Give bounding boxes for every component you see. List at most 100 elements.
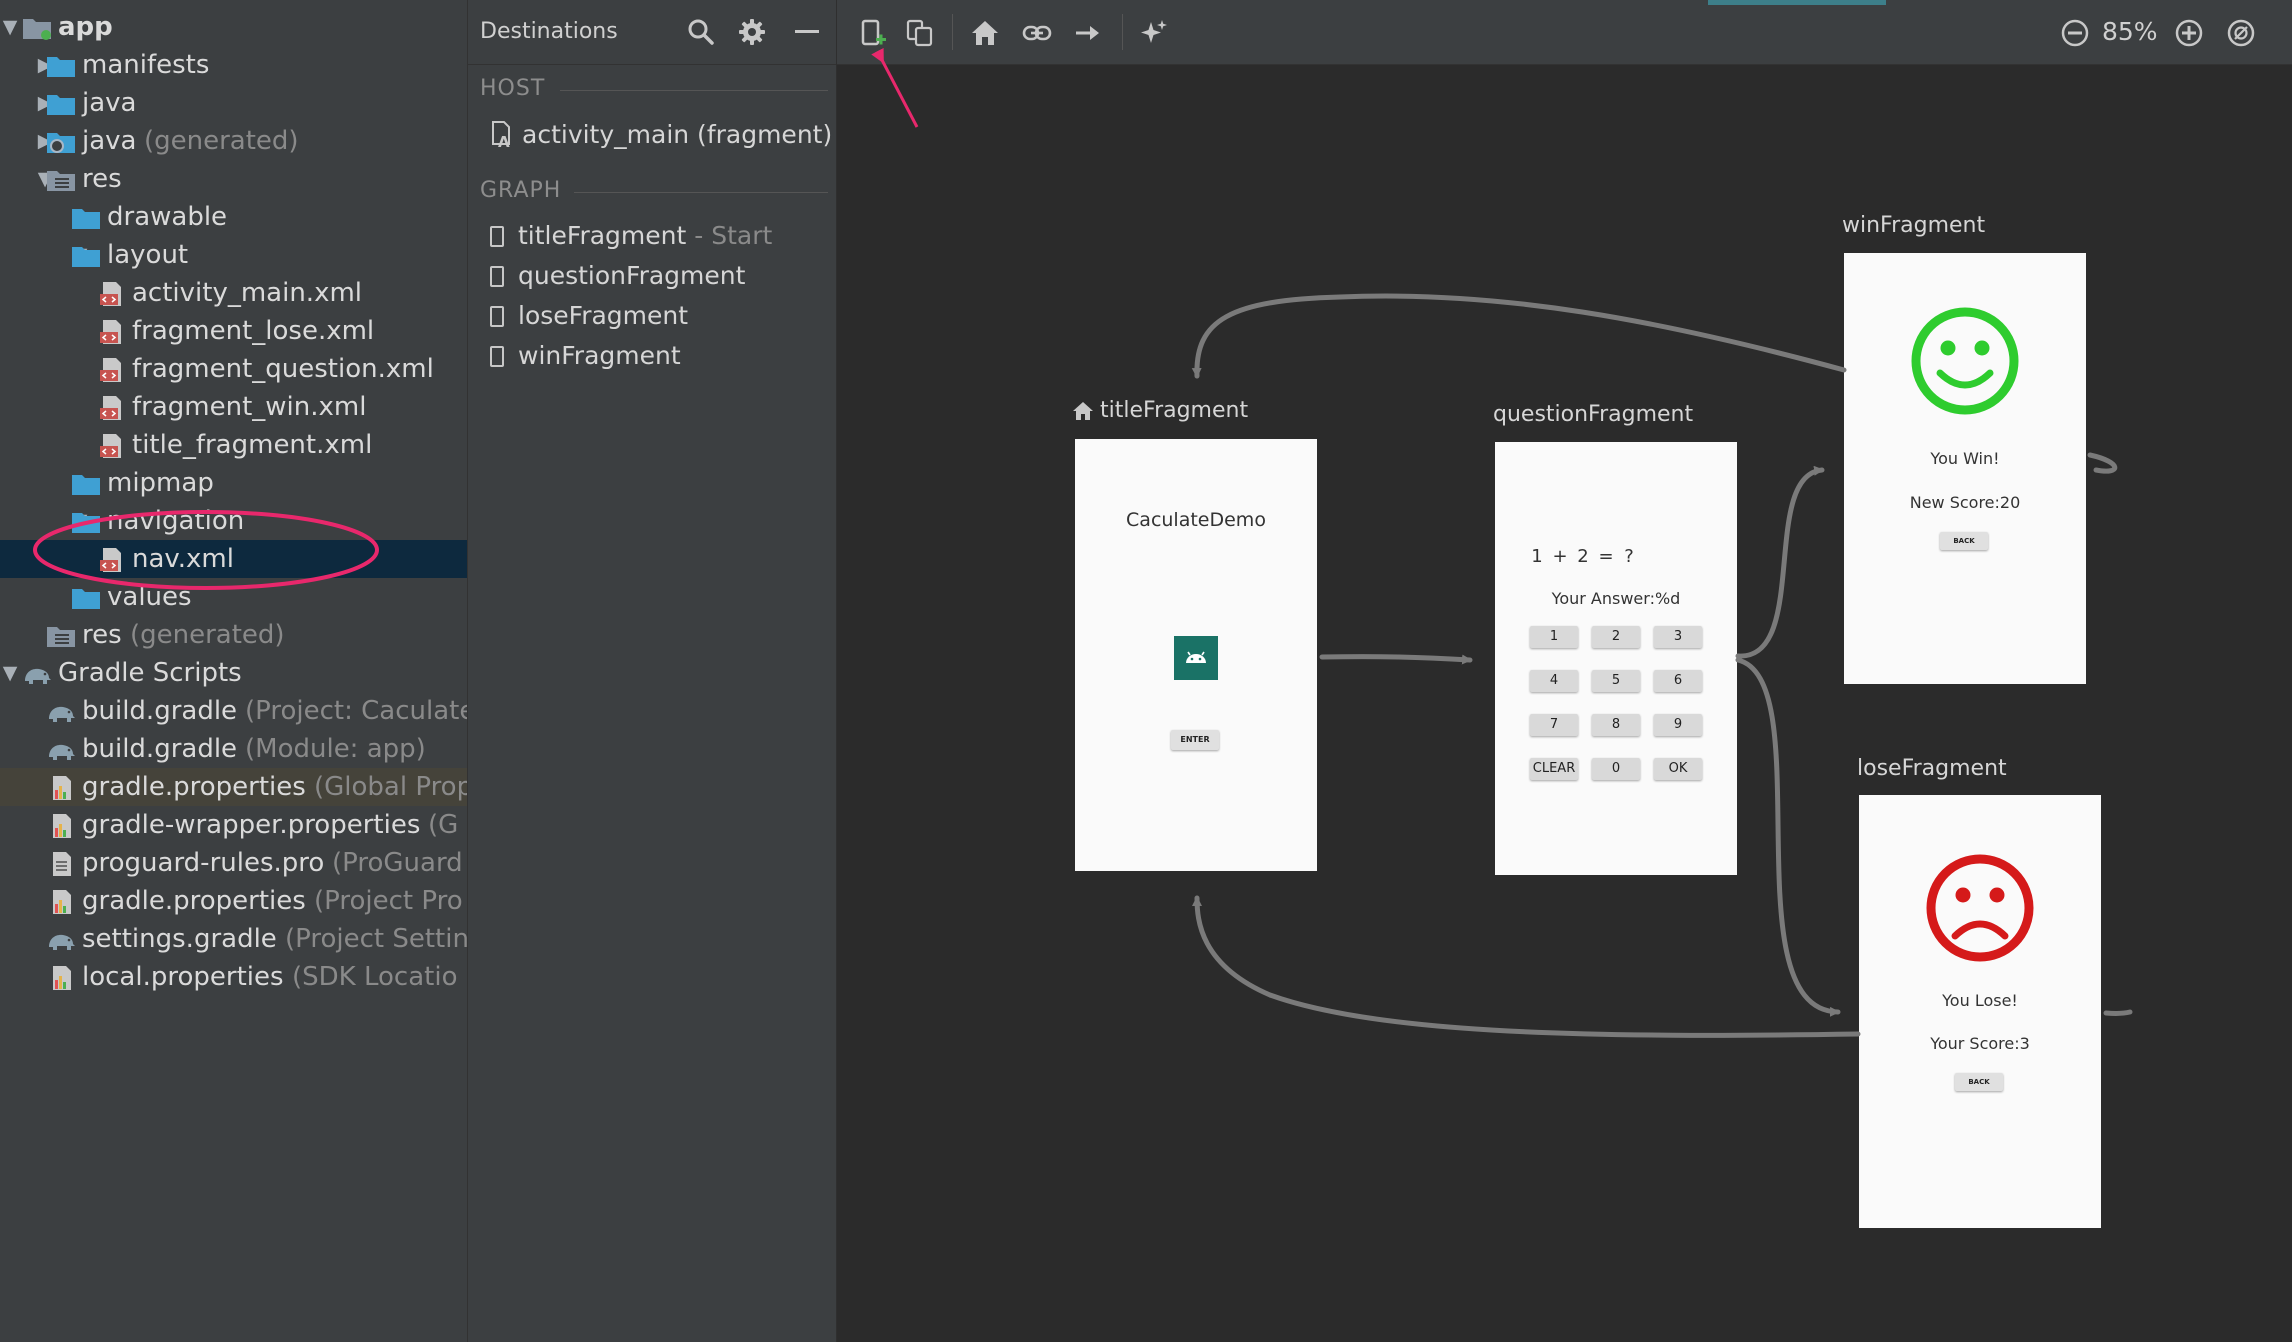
tree-item[interactable]: proguard-rules.pro (ProGuard xyxy=(0,844,467,882)
host-item[interactable]: A activity_main (fragment) xyxy=(490,115,832,155)
tree-item[interactable]: ▼layout xyxy=(0,236,467,274)
app-module-icon xyxy=(22,15,52,41)
keypad-button[interactable]: 3 xyxy=(1654,626,1702,648)
graph-destination-item[interactable]: titleFragment - Start xyxy=(490,216,772,256)
tree-item[interactable]: gradle-wrapper.properties (G xyxy=(0,806,467,844)
xml-file-icon xyxy=(96,547,126,573)
your-answer-text: Your Answer:%d xyxy=(1551,589,1681,608)
zoom-out-icon[interactable] xyxy=(2060,18,2090,48)
question-fragment-card[interactable]: 1 +2 =? Your Answer:%d 1 2 3 4 5 6 7 8 9 CLEAR 0 OK xyxy=(1495,442,1737,875)
tree-item-label: nav.xml xyxy=(132,544,234,574)
tree-item-hint: (Project Pro xyxy=(314,886,463,916)
properties-file-icon xyxy=(46,889,76,915)
keypad-button[interactable]: 6 xyxy=(1654,670,1702,692)
tree-item[interactable]: local.properties (SDK Locatio xyxy=(0,958,467,996)
host-item-label: activity_main (fragment) xyxy=(522,120,833,149)
collapse-icon[interactable] xyxy=(793,18,821,46)
win-fragment-card[interactable]: You Win! New Score:20 BACK xyxy=(1844,253,2086,684)
properties-file-icon xyxy=(46,965,76,991)
fragment-icon xyxy=(490,346,504,367)
search-icon[interactable] xyxy=(687,18,715,46)
tree-item-label: build.gradle xyxy=(82,696,238,726)
keypad-button[interactable]: 5 xyxy=(1592,670,1640,692)
tree-item-hint: (Project Settin xyxy=(285,924,468,954)
tree-item-label: values xyxy=(107,582,192,612)
title-fragment-label: titleFragment xyxy=(1100,398,1249,423)
keypad-button[interactable]: 2 xyxy=(1592,626,1640,648)
tree-item-hint: (SDK Locatio xyxy=(292,962,458,992)
keypad-button[interactable]: CLEAR xyxy=(1530,758,1578,780)
keypad-button[interactable]: 1 xyxy=(1530,626,1578,648)
xml-file-icon xyxy=(96,433,126,459)
tree-item[interactable]: activity_main.xml xyxy=(0,274,467,312)
tree-item[interactable]: build.gradle (Module: app) xyxy=(0,730,467,768)
tree-item[interactable]: ▶drawable xyxy=(0,198,467,236)
gear-icon[interactable] xyxy=(738,18,766,46)
zoom-to-fit-icon[interactable] xyxy=(2226,18,2256,48)
tree-item-label: app xyxy=(58,12,113,42)
expanded-arrow-icon[interactable]: ▼ xyxy=(0,654,20,692)
tree-item-label: title_fragment.xml xyxy=(132,430,373,460)
tree-item[interactable]: ▼ res xyxy=(0,160,467,198)
title-fragment-card[interactable]: CaculateDemo ENTER xyxy=(1075,439,1317,871)
lose-fragment-card[interactable]: You Lose! Your Score:3 BACK xyxy=(1859,795,2101,1228)
graph-section-header: GRAPH xyxy=(480,178,562,203)
tree-item[interactable]: fragment_lose.xml xyxy=(0,312,467,350)
zoom-in-icon[interactable] xyxy=(2174,18,2204,48)
home-icon[interactable] xyxy=(970,18,1000,48)
tree-item[interactable]: ▼ Gradle Scripts xyxy=(0,654,467,692)
keypad-button[interactable]: 7 xyxy=(1530,714,1578,736)
tree-item[interactable]: settings.gradle (Project Settin xyxy=(0,920,467,958)
auto-arrange-icon[interactable] xyxy=(1139,18,1169,48)
tree-item[interactable]: ▼navigation xyxy=(0,502,467,540)
destination-label: questionFragment xyxy=(518,261,746,290)
xml-file-icon xyxy=(96,395,126,421)
tree-item[interactable]: ▶values xyxy=(0,578,467,616)
add-action-icon[interactable] xyxy=(1073,18,1103,48)
tree-item-hint: (Module: app) xyxy=(245,734,426,764)
expanded-arrow-icon[interactable]: ▼ xyxy=(0,8,20,46)
graph-destination-item[interactable]: loseFragment xyxy=(490,296,688,336)
navigation-graph-canvas[interactable]: titleFragment CaculateDemo ENTER questio… xyxy=(837,65,2292,1342)
tree-item-label: local.properties xyxy=(82,962,284,992)
properties-file-icon xyxy=(46,813,76,839)
tree-item[interactable]: ▶ java xyxy=(0,84,467,122)
graph-destination-item[interactable]: questionFragment xyxy=(490,256,745,296)
tree-item-label: fragment_win.xml xyxy=(132,392,367,422)
tree-item[interactable]: ▼ app xyxy=(0,8,467,46)
enter-button[interactable]: ENTER xyxy=(1171,730,1219,750)
sad-face-icon xyxy=(1926,854,2034,962)
win-back-button[interactable]: BACK xyxy=(1940,532,1988,550)
toolbar-separator xyxy=(952,14,953,50)
equation-token: = xyxy=(1598,546,1614,567)
deep-link-icon[interactable] xyxy=(1022,18,1052,48)
tree-item[interactable]: ▶ manifests xyxy=(0,46,467,84)
tree-item[interactable]: gradle.properties (Global Prop xyxy=(0,768,467,806)
new-destination-icon[interactable] xyxy=(859,18,889,48)
tree-item[interactable]: fragment_question.xml xyxy=(0,350,467,388)
svg-text:A: A xyxy=(498,133,510,148)
keypad-button[interactable]: 4 xyxy=(1530,670,1578,692)
res-folder-icon xyxy=(46,167,76,193)
equation-token: ? xyxy=(1624,546,1634,567)
keypad-button[interactable]: 8 xyxy=(1592,714,1640,736)
tree-item[interactable]: build.gradle (Project: Caculate xyxy=(0,692,467,730)
tree-item-hint: (generated) xyxy=(130,620,285,650)
tree-item-label: fragment_question.xml xyxy=(132,354,434,384)
nested-graph-icon[interactable] xyxy=(905,18,935,48)
tree-item[interactable]: fragment_win.xml xyxy=(0,388,467,426)
folder-icon xyxy=(71,205,101,231)
destination-label: titleFragment xyxy=(518,221,687,250)
tree-item[interactable]: ▶mipmap xyxy=(0,464,467,502)
tree-item[interactable]: nav.xml xyxy=(0,540,467,578)
tree-item[interactable]: title_fragment.xml xyxy=(0,426,467,464)
graph-destination-item[interactable]: winFragment xyxy=(490,336,681,376)
keypad-button[interactable]: OK xyxy=(1654,758,1702,780)
gradle-elephant-icon xyxy=(22,661,52,687)
tree-item[interactable]: ▶ java (generated) xyxy=(0,122,467,160)
keypad-button[interactable]: 0 xyxy=(1592,758,1640,780)
keypad-button[interactable]: 9 xyxy=(1654,714,1702,736)
lose-back-button[interactable]: BACK xyxy=(1955,1073,2003,1091)
tree-item[interactable]: res (generated) xyxy=(0,616,467,654)
tree-item[interactable]: gradle.properties (Project Pro xyxy=(0,882,467,920)
